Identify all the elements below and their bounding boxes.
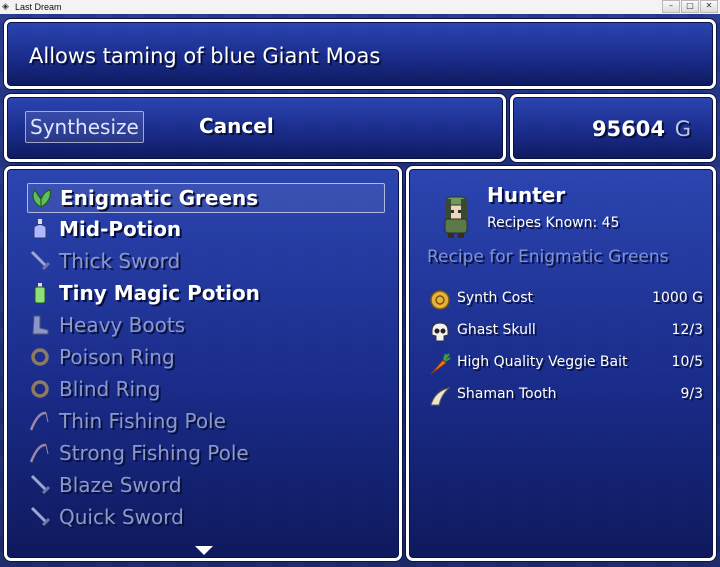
window-controls: – □ ✕ [661,0,718,13]
maximize-icon[interactable]: □ [681,0,699,13]
sword-icon [28,474,52,496]
list-item-label: Quick Sword [59,505,184,529]
fishing-pole-icon [28,410,52,432]
list-item-label: Tiny Magic Potion [59,281,260,305]
ring-icon [28,378,52,400]
list-item[interactable]: Thick Sword [27,247,383,275]
list-item-label: Mid-Potion [59,217,182,241]
list-item[interactable]: Quick Sword [27,503,383,531]
recipe-row-value: 10/5 [671,354,703,370]
greens-icon [29,187,53,209]
list-item[interactable]: Blaze Sword [27,471,383,499]
recipes-known: Recipes Known: 45 [487,215,620,231]
description-window: Allows taming of blue Giant Moas [4,19,716,89]
sword-icon [28,506,52,528]
gold-unit: G [674,117,691,141]
horn-icon [429,385,451,407]
recipe-row-value: 1000 G [652,290,703,306]
recipe-row: Ghast Skull 12/3 [427,319,703,345]
recipe-row-value: 12/3 [671,322,703,338]
gold-amount: 95604 [591,117,665,141]
synthesize-button[interactable]: Synthesize [25,111,144,143]
recipe-row-name: Ghast Skull [457,322,536,338]
coin-icon [429,289,451,311]
potion-icon [28,218,52,240]
list-item-label: Strong Fishing Pole [59,441,249,465]
list-item[interactable]: Blind Ring [27,375,383,403]
list-item-label: Blaze Sword [59,473,182,497]
skull-icon [429,321,451,343]
recipe-list-window: Enigmatic Greens Mid-Potion Thick Sword … [4,166,402,561]
minimize-icon[interactable]: – [662,0,680,13]
recipe-row-name: High Quality Veggie Bait [457,354,628,370]
list-item[interactable]: Mid-Potion [27,215,383,243]
hunter-portrait-icon [437,195,475,239]
recipe-row-name: Shaman Tooth [457,386,557,402]
app-icon: ◈ [2,2,9,12]
list-item-label: Enigmatic Greens [60,186,259,210]
command-window: Synthesize Cancel [4,94,506,162]
fishing-pole-icon [28,442,52,464]
window-titlebar: ◈ Last Dream – □ ✕ [0,0,720,15]
item-description: Allows taming of blue Giant Moas [29,44,381,68]
list-item[interactable]: Strong Fishing Pole [27,439,383,467]
recipe-row-value: 9/3 [680,386,703,402]
recipe-detail-window: Hunter Recipes Known: 45 Recipe for Enig… [406,166,716,561]
boots-icon [28,314,52,336]
gold-window: 95604 G [510,94,716,162]
close-icon[interactable]: ✕ [700,0,718,13]
recipe-row: Synth Cost 1000 G [427,287,703,313]
recipe-title: Recipe for Enigmatic Greens [427,247,669,267]
scroll-down-arrow-icon[interactable] [195,546,213,555]
ring-icon [28,346,52,368]
list-item-label: Poison Ring [59,345,175,369]
game-screen: Allows taming of blue Giant Moas Synthes… [0,14,720,567]
list-item[interactable]: Poison Ring [27,343,383,371]
list-item[interactable]: Thin Fishing Pole [27,407,383,435]
recipe-row-name: Synth Cost [457,290,533,306]
carrot-icon [429,353,451,375]
window-title: Last Dream [15,2,62,12]
list-item[interactable]: Enigmatic Greens [27,183,385,213]
magic-potion-icon [28,282,52,304]
list-item-label: Heavy Boots [59,313,186,337]
list-item-label: Blind Ring [59,377,161,401]
list-item-label: Thin Fishing Pole [59,409,226,433]
sword-icon [28,250,52,272]
list-item-label: Thick Sword [59,249,181,273]
list-item[interactable]: Tiny Magic Potion [27,279,383,307]
recipe-row: High Quality Veggie Bait 10/5 [427,351,703,377]
recipe-row: Shaman Tooth 9/3 [427,383,703,409]
character-name: Hunter [487,183,566,207]
cancel-button[interactable]: Cancel [199,111,274,141]
list-item[interactable]: Heavy Boots [27,311,383,339]
